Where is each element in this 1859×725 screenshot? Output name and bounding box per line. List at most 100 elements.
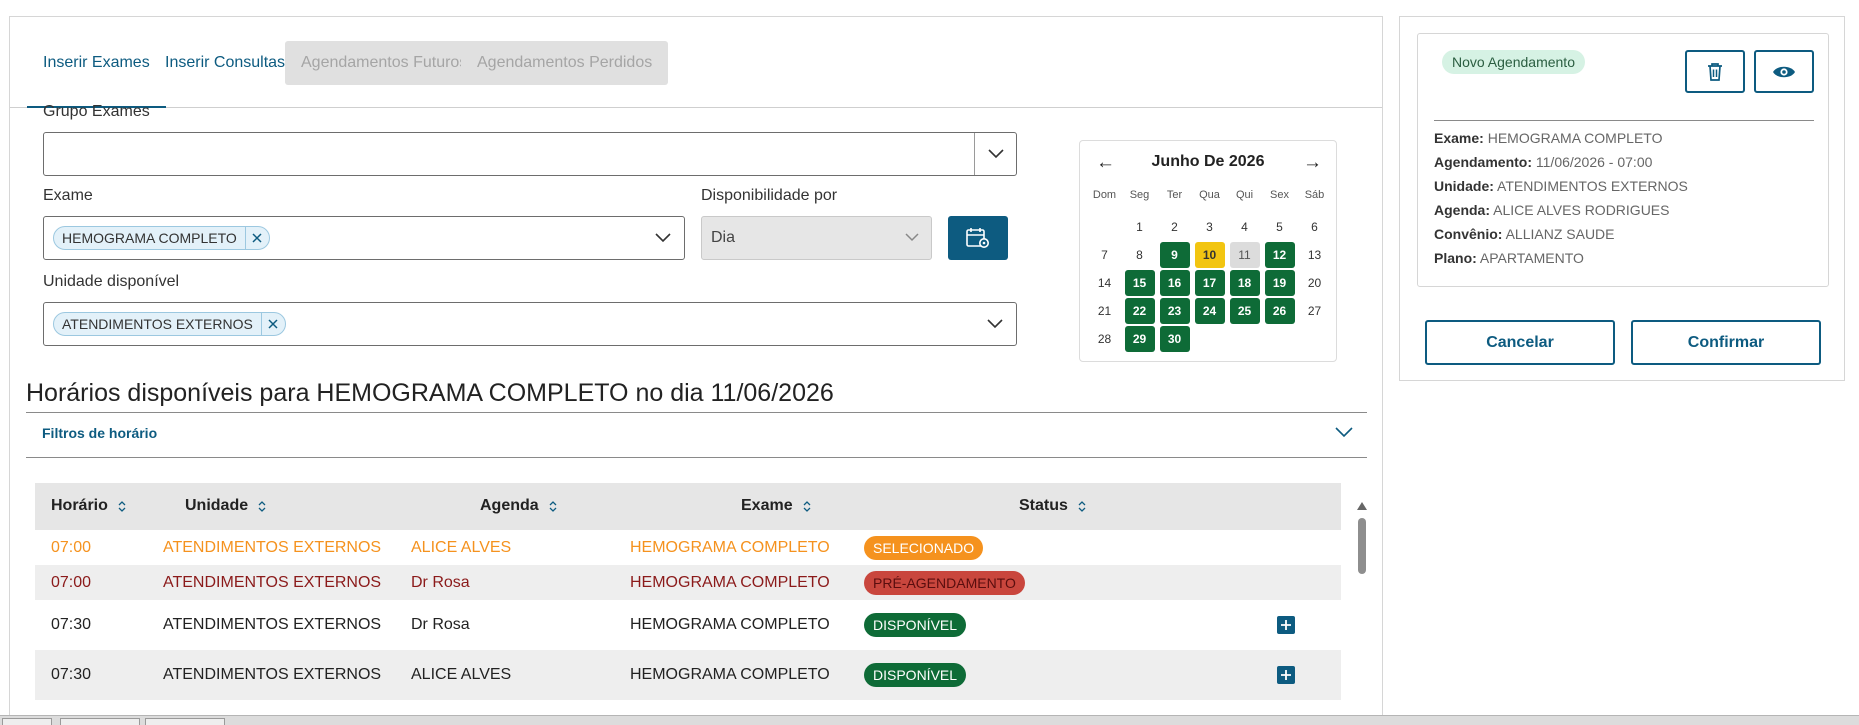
calendar-day-18[interactable]: 18 [1229, 270, 1260, 296]
calendar-day-25[interactable]: 25 [1229, 298, 1260, 324]
cell-agenda: ALICE ALVES [411, 538, 512, 556]
calendar-day-10[interactable]: 10 [1194, 242, 1225, 268]
summary-field: Agendamento: 11/06/2026 - 07:00 [1434, 154, 1652, 170]
exame-select[interactable]: HEMOGRAMA COMPLETO [43, 216, 685, 260]
header-horario[interactable]: Horário [51, 497, 126, 515]
cell-unidade: ATENDIMENTOS EXTERNOS [163, 538, 382, 556]
sort-icon [549, 500, 557, 512]
calendar-day-6: 6 [1311, 220, 1318, 234]
cell-horario: 07:00 [51, 538, 92, 556]
taskbar-item[interactable] [2, 718, 52, 725]
status-badge: DISPONÍVEL [864, 663, 967, 687]
calendar-day-16[interactable]: 16 [1159, 270, 1190, 296]
calendar-day-4: 4 [1241, 220, 1248, 234]
confirm-button[interactable]: Confirmar [1631, 320, 1821, 365]
table-row[interactable]: 07:30 ATENDIMENTOS EXTERNOS ALICE ALVES HEM… [35, 650, 1341, 700]
calendar-day-24[interactable]: 24 [1194, 298, 1225, 324]
grupo-exames-select[interactable] [43, 132, 1017, 176]
section-title: Horários disponíveis para HEMOGRAMA COMP… [26, 379, 834, 407]
calendar-day-2: 2 [1171, 220, 1178, 234]
calendar-day-22[interactable]: 22 [1124, 298, 1155, 324]
filters-label: Filtros de horário [42, 425, 158, 441]
header-label: Horário [51, 497, 108, 514]
chevron-down-icon[interactable] [642, 217, 684, 259]
calendar-day-28: 28 [1097, 332, 1112, 346]
table-row[interactable]: 07:00 ATENDIMENTOS EXTERNOS Dr Rosa HEMOGRA… [35, 565, 1341, 600]
summary-field: Unidade: ATENDIMENTOS EXTERNOS [1434, 178, 1688, 194]
chevron-down-icon[interactable] [974, 133, 1016, 175]
taskbar-item[interactable] [145, 718, 225, 725]
filters-accordion[interactable]: Filtros de horário [26, 412, 1367, 458]
calendar-weekday: Dom [1092, 189, 1117, 201]
header-unidade[interactable]: Unidade [185, 497, 266, 515]
unidade-chip: ATENDIMENTOS EXTERNOS [53, 312, 286, 336]
summary-field-value: APARTAMENTO [1479, 250, 1584, 266]
add-icon[interactable] [1277, 616, 1295, 634]
calendar-day-30[interactable]: 30 [1159, 326, 1190, 352]
unidade-label: Unidade disponível [43, 273, 180, 290]
cell-unidade: ATENDIMENTOS EXTERNOS [163, 616, 382, 633]
header-agenda[interactable]: Agenda [480, 497, 557, 515]
view-button[interactable] [1754, 50, 1814, 93]
calendar-day-11[interactable]: 11 [1229, 242, 1260, 268]
header-label: Exame [741, 497, 793, 514]
calendar-day-12[interactable]: 12 [1264, 242, 1295, 268]
scroll-thumb[interactable] [1358, 518, 1366, 574]
add-icon[interactable] [1277, 666, 1295, 684]
calendar-settings-button[interactable] [948, 216, 1008, 260]
calendar-day-9[interactable]: 9 [1159, 242, 1190, 268]
status-badge: SELECIONADO [864, 535, 984, 560]
close-icon[interactable] [260, 313, 285, 335]
calendar-day-1: 1 [1136, 220, 1143, 234]
close-icon[interactable] [244, 227, 269, 249]
summary-field-label: Plano: [1434, 250, 1477, 266]
sort-icon [118, 500, 126, 512]
unidade-chip-label: ATENDIMENTOS EXTERNOS [62, 316, 253, 332]
calendar-day-20: 20 [1307, 276, 1322, 290]
eye-icon [1773, 66, 1795, 77]
scroll-up-arrow[interactable] [1357, 502, 1367, 510]
table-header: Horário Unidade Agenda Exame Status [35, 483, 1341, 530]
calendar-day-26[interactable]: 26 [1264, 298, 1295, 324]
chevron-down-icon[interactable] [974, 303, 1016, 345]
summary-field-label: Unidade: [1434, 178, 1494, 194]
header-exame[interactable]: Exame [741, 497, 811, 515]
chevron-down-icon[interactable] [1335, 425, 1353, 443]
header-status[interactable]: Status [1019, 497, 1086, 515]
table-row[interactable]: 07:00 ATENDIMENTOS EXTERNOS ALICE ALVES HEM… [35, 530, 1341, 565]
summary-field: Plano: APARTAMENTO [1434, 250, 1584, 266]
calendar-day-19[interactable]: 19 [1264, 270, 1295, 296]
summary-field: Convênio: ALLIANZ SAUDE [1434, 226, 1615, 242]
table-row[interactable]: 07:30 ATENDIMENTOS EXTERNOS Dr Rosa HEMOGRA… [35, 600, 1341, 650]
cell-exame: HEMOGRAMA COMPLETO [630, 573, 830, 591]
disponibilidade-value: Dia [711, 229, 736, 246]
sort-icon [803, 500, 811, 512]
calendar-weekday: Sáb [1304, 189, 1325, 201]
calendar-day-17[interactable]: 17 [1194, 270, 1225, 296]
chevron-down-icon [905, 217, 919, 259]
tab-inserir-exames[interactable]: Inserir Exames [27, 41, 166, 108]
calendar-day-21: 21 [1097, 304, 1112, 318]
unidade-select[interactable]: ATENDIMENTOS EXTERNOS [43, 302, 1017, 346]
delete-button[interactable] [1685, 50, 1745, 93]
exame-chip: HEMOGRAMA COMPLETO [53, 226, 270, 250]
summary-field-label: Exame: [1434, 130, 1484, 146]
calendar-day-5: 5 [1276, 220, 1283, 234]
tab-agendamentos-perdidos[interactable]: Agendamentos Perdidos [461, 41, 669, 85]
summary-field-label: Agenda: [1434, 202, 1490, 218]
cancel-button[interactable]: Cancelar [1425, 320, 1615, 365]
scheduling-panel: Inserir Exames Inserir Consultas Agendam… [9, 16, 1383, 725]
disponibilidade-select[interactable]: Dia [701, 216, 932, 260]
sort-icon [258, 500, 266, 512]
taskbar-item[interactable] [60, 718, 140, 725]
cell-exame: HEMOGRAMA COMPLETO [630, 538, 830, 556]
card-divider [1434, 120, 1814, 121]
tab-agendamentos-futuros[interactable]: Agendamentos Futuros [285, 41, 484, 85]
next-month-button[interactable]: → [1303, 152, 1322, 174]
calendar-day-29[interactable]: 29 [1124, 326, 1155, 352]
tab-inserir-consultas[interactable]: Inserir Consultas [149, 41, 301, 85]
summary-field: Exame: HEMOGRAMA COMPLETO [1434, 130, 1662, 146]
table-scrollbar[interactable] [1355, 502, 1369, 725]
calendar-day-23[interactable]: 23 [1159, 298, 1190, 324]
calendar-day-15[interactable]: 15 [1124, 270, 1155, 296]
